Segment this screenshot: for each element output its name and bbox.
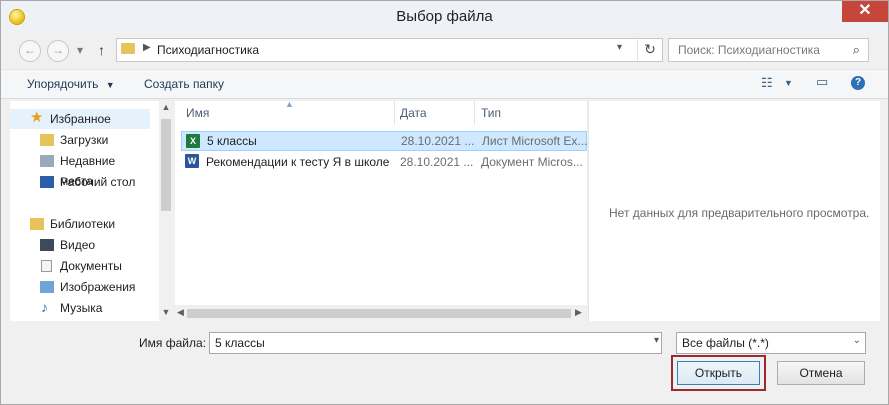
file-type-filter-value[interactable]: Все файлы (*.*): [682, 336, 769, 350]
view-options-icon[interactable]: ☷: [761, 75, 773, 91]
column-header-name[interactable]: Имя: [175, 101, 395, 125]
nav-scrollbar[interactable]: ▲ ▼: [159, 101, 173, 321]
excel-icon: X: [186, 134, 200, 148]
sidebar-item-label: Изображения: [60, 280, 136, 294]
documents-icon: [41, 260, 52, 272]
folder-icon: [121, 43, 135, 54]
organize-button[interactable]: Упорядочить ▼: [27, 77, 115, 91]
breadcrumb-current[interactable]: Психодиагностика: [157, 43, 259, 57]
file-dialog-window: Выбор файла ✕ ← → ▾ ↑ ▶ Психодиагностика…: [0, 0, 889, 405]
cancel-button[interactable]: Отмена: [777, 361, 865, 385]
sidebar-item-label: Видео: [60, 238, 96, 252]
new-folder-button[interactable]: Создать папку: [144, 77, 224, 91]
music-icon: ♪: [41, 299, 48, 315]
scroll-down-icon[interactable]: ▼: [161, 307, 171, 317]
file-list: ▲ Имя Дата измене... Тип X 5 классы 28.1…: [175, 99, 587, 321]
file-type: Лист Microsoft Ex...: [482, 134, 588, 148]
window-title: Выбор файла: [396, 8, 493, 25]
sidebar-item-pictures[interactable]: Изображения: [10, 277, 150, 297]
filename-dropdown-icon[interactable]: ▾: [654, 335, 659, 346]
desktop-icon: [40, 176, 54, 188]
sidebar-item-label: Музыка: [60, 301, 103, 315]
recent-places-icon: [40, 155, 54, 167]
preview-pane-icon[interactable]: ▭: [816, 74, 828, 90]
refresh-button[interactable]: ↻: [637, 39, 662, 61]
video-icon: [40, 239, 54, 251]
view-dropdown-icon[interactable]: ▼: [784, 78, 793, 88]
column-header-date[interactable]: Дата измене...: [394, 101, 475, 144]
pictures-icon: [40, 281, 54, 293]
sidebar-item-downloads[interactable]: Загрузки: [10, 130, 150, 150]
sidebar-item-libraries[interactable]: Библиотеки: [10, 214, 150, 234]
column-header-name-label: Имя: [186, 106, 210, 120]
back-button[interactable]: ←: [19, 40, 41, 62]
preview-pane: Нет данных для предварительного просмотр…: [588, 101, 880, 321]
sidebar-item-label: Избранное: [50, 112, 111, 126]
column-header-type[interactable]: Тип: [475, 101, 587, 125]
nav-scroll-thumb[interactable]: [161, 119, 171, 211]
recent-locations-chevron-icon[interactable]: ▾: [77, 41, 83, 59]
column-header-type-label: Тип: [481, 106, 502, 120]
sidebar-item-documents[interactable]: Документы: [10, 256, 150, 276]
breadcrumb-chevron-icon[interactable]: ▶: [143, 42, 151, 53]
address-bar[interactable]: ▶ Психодиагностика ▾ ↻: [116, 38, 663, 62]
star-icon: ★: [30, 109, 44, 126]
sidebar-item-video[interactable]: Видео: [10, 235, 150, 255]
filename-input[interactable]: 5 классы ▾: [209, 332, 662, 354]
file-row-recommendations[interactable]: W Рекомендации к тесту Я в школе 28.10.2…: [181, 152, 587, 172]
search-box[interactable]: Поиск: Психодиагностика ⌕: [668, 38, 869, 62]
chevron-down-icon: ▼: [105, 80, 115, 90]
sidebar-item-music[interactable]: ♪ Музыка: [10, 298, 150, 318]
file-row-5-klassy[interactable]: X 5 классы 28.10.2021 ... Лист Microsoft…: [181, 131, 587, 151]
sidebar-item-label: Библиотеки: [50, 217, 116, 231]
forward-button[interactable]: →: [47, 40, 69, 62]
organize-label: Упорядочить: [27, 77, 99, 91]
preview-message: Нет данных для предварительного просмотр…: [609, 206, 870, 220]
libraries-icon: [30, 218, 44, 230]
sidebar-item-label: Загрузки: [60, 133, 109, 147]
filter-chevron-down-icon[interactable]: ⌄: [853, 335, 861, 346]
word-icon: W: [185, 154, 199, 168]
address-dropdown-icon[interactable]: ▾: [617, 42, 622, 53]
file-list-scroll-thumb[interactable]: [187, 309, 571, 318]
file-type: Документ Micros...: [481, 155, 583, 169]
title-bar: Выбор файла ✕: [1, 1, 888, 33]
search-icon[interactable]: ⌕: [853, 42, 860, 58]
close-button[interactable]: ✕: [842, 1, 888, 22]
sidebar-item-favorites[interactable]: ★ Избранное: [10, 109, 150, 129]
sidebar-item-desktop[interactable]: Рабочий стол: [10, 172, 150, 192]
filename-label: Имя файла:: [139, 336, 206, 350]
help-icon[interactable]: ?: [851, 76, 865, 90]
sidebar-item-recent-places[interactable]: Недавние места: [10, 151, 150, 188]
up-button[interactable]: ↑: [98, 41, 105, 59]
scroll-left-icon[interactable]: ◀: [177, 307, 184, 318]
file-list-scrollbar[interactable]: ◀ ▶: [175, 305, 587, 321]
file-date: 28.10.2021 ...: [400, 155, 474, 169]
file-type-filter[interactable]: Все файлы (*.*) ⌄: [676, 332, 866, 354]
sidebar-item-label: Рабочий стол: [60, 175, 136, 189]
file-name: 5 классы: [207, 134, 257, 148]
scroll-right-icon[interactable]: ▶: [575, 307, 582, 318]
sidebar-item-label: Документы: [60, 259, 122, 273]
command-bar: Упорядочить ▼ Создать папку ☷ ▼ ▭ ?: [1, 69, 888, 99]
scroll-up-icon[interactable]: ▲: [161, 102, 171, 112]
navigation-pane: ★ Избранное Загрузки Недавние места Рабо…: [10, 101, 173, 321]
file-date: 28.10.2021 ...: [401, 134, 475, 148]
filename-value[interactable]: 5 классы: [215, 336, 265, 350]
open-button[interactable]: Открыть: [677, 361, 760, 385]
downloads-icon: [40, 134, 54, 146]
file-name: Рекомендации к тесту Я в школе: [206, 155, 390, 169]
search-placeholder[interactable]: Поиск: Психодиагностика: [678, 43, 820, 57]
